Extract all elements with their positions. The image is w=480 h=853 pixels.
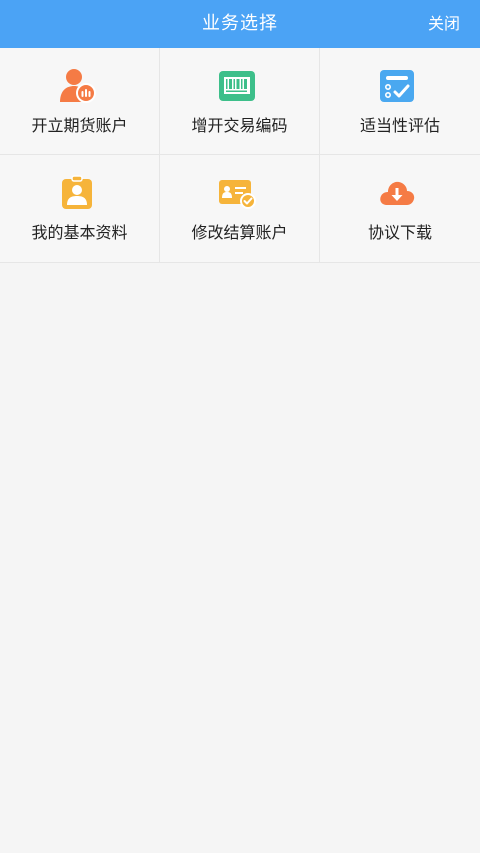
- app-header: 业务选择 关闭: [0, 0, 480, 48]
- menu-item-label: 适当性评估: [359, 116, 440, 135]
- menu-item-modify-settlement-account[interactable]: 修改结算账户: [160, 155, 320, 262]
- page-title: 业务选择: [202, 13, 278, 34]
- barcode-icon: [218, 68, 256, 104]
- menu-item-label: 开立期货账户: [31, 116, 128, 135]
- menu-item-label: 协议下载: [367, 223, 432, 242]
- checklist-icon: [378, 68, 416, 104]
- menu-item-agreement-download[interactable]: 协议下载: [320, 155, 480, 262]
- menu-item-label: 我的基本资料: [31, 223, 128, 242]
- menu-item-label: 增开交易编码: [191, 116, 288, 135]
- user-coins-icon: [58, 68, 96, 104]
- menu-item-open-futures-account[interactable]: 开立期货账户: [0, 48, 160, 155]
- close-button[interactable]: 关闭: [428, 0, 460, 48]
- menu-item-my-basic-info[interactable]: 我的基本资料: [0, 155, 160, 262]
- card-check-icon: [218, 175, 256, 211]
- business-menu-grid: 开立期货账户 增开交易编码 适当性评估 我的基本资料 修改结算账户 协议下载: [0, 48, 480, 263]
- cloud-download-icon: [378, 175, 416, 211]
- id-badge-icon: [58, 175, 96, 211]
- menu-item-label: 修改结算账户: [191, 223, 288, 242]
- menu-item-add-trading-code[interactable]: 增开交易编码: [160, 48, 320, 155]
- menu-item-suitability-assessment[interactable]: 适当性评估: [320, 48, 480, 155]
